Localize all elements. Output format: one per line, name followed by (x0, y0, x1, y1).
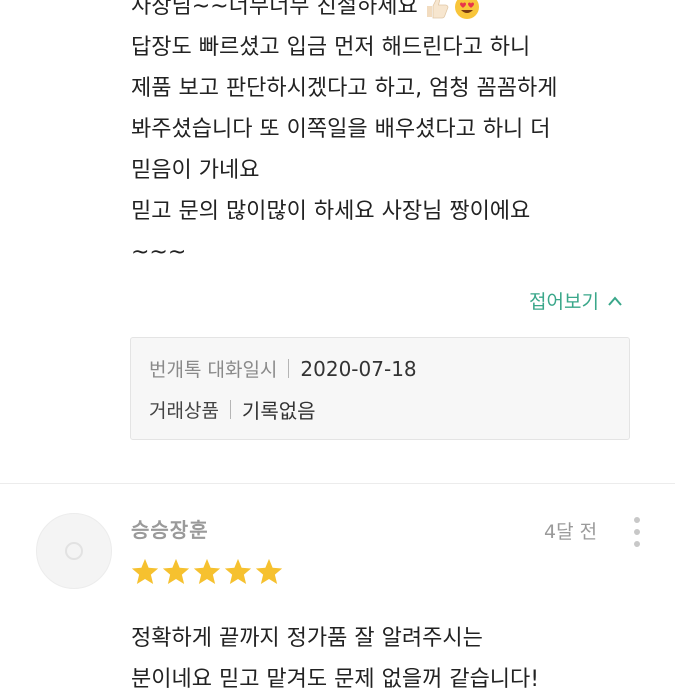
review-time: 4달 전 (544, 521, 598, 543)
review-line: 제품 보고 판단하시겠다고 하고, 엄청 꼼꼼하게 (131, 76, 558, 101)
review-line: 분이네요 믿고 맡겨도 문제 없을꺼 같습니다! (131, 667, 540, 692)
star-icon (193, 558, 221, 584)
star-icon (224, 558, 252, 584)
product-row: 거래상품 기록없음 (149, 395, 316, 424)
avatar[interactable] (36, 513, 112, 589)
heart-eyes-icon (454, 0, 479, 19)
chat-date-label: 번개톡 대화일시 (149, 359, 278, 381)
chat-date-value: 2020-07-18 (300, 356, 417, 381)
review-line: 정확하게 끝까지 정가품 잘 알려주시는 (131, 626, 483, 651)
collapse-label: 접어보기 (529, 291, 599, 313)
star-icon (255, 558, 283, 584)
star-icon (162, 558, 190, 584)
review-body: 사장님~~너무너무 친절하세요 답장도 빠르셨고 입금 먼저 해드린다고 하니 … (131, 0, 651, 273)
collapse-button[interactable]: 접어보기 (529, 287, 623, 314)
star-icon (131, 558, 159, 584)
more-options-icon[interactable] (628, 513, 646, 547)
review-divider (0, 483, 675, 484)
star-rating (130, 557, 284, 587)
transaction-info-box: 번개톡 대화일시 2020-07-18 거래상품 기록없음 (130, 337, 630, 440)
review-line: ~~~ (131, 240, 187, 265)
product-label: 거래상품 (149, 400, 219, 422)
review-line: 답장도 빠르셨고 입금 먼저 해드린다고 하니 (131, 35, 531, 60)
avatar-placeholder-icon (65, 542, 83, 560)
divider (288, 359, 290, 378)
review-line: 봐주셨습니다 또 이쪽일을 배우셨다고 하니 더 (131, 117, 551, 142)
thumbs-up-icon (426, 0, 449, 19)
review-body: 정확하게 끝까지 정가품 잘 알려주시는 분이네요 믿고 맡겨도 문제 없을꺼 … (131, 618, 651, 700)
chat-date-row: 번개톡 대화일시 2020-07-18 (149, 355, 417, 382)
divider (229, 400, 231, 419)
chevron-up-icon (608, 295, 622, 306)
review-line: 사장님~~너무너무 친절하세요 (131, 0, 651, 27)
review-line: 믿음이 가네요 (131, 158, 260, 183)
review-line: 믿고 문의 많이많이 하세요 사장님 짱이에요 (131, 199, 531, 224)
product-value: 기록없음 (241, 399, 316, 423)
reviewer-name[interactable]: 승승장훈 (131, 514, 209, 543)
